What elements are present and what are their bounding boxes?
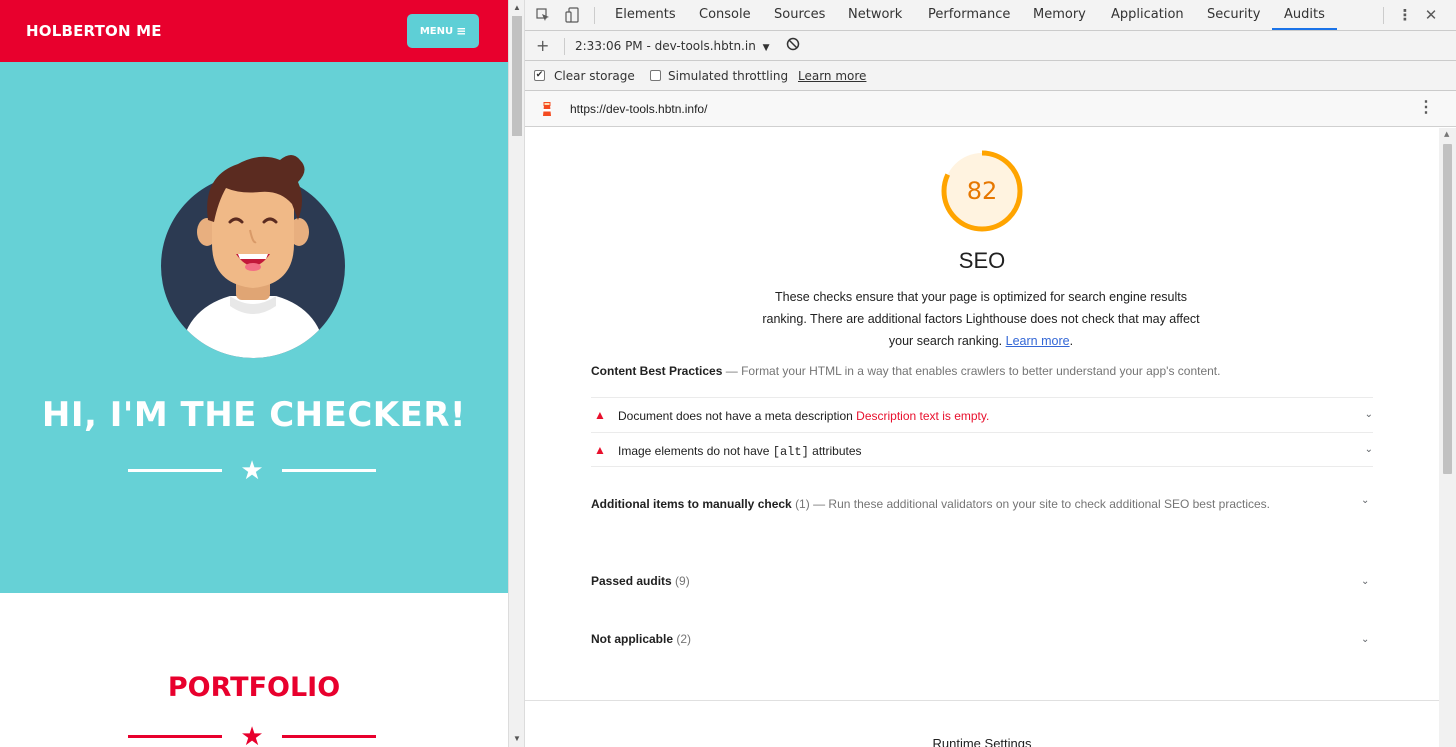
audit-list-divider	[591, 466, 1373, 467]
audit-image-alt[interactable]: ▲ Image elements do not have [alt] attri…	[591, 432, 1373, 467]
not-applicable-count: (2)	[676, 632, 692, 646]
runtime-settings-heading: Runtime Settings	[932, 736, 1032, 747]
devtools-tabbar: Elements Console Sources Network Perform…	[525, 0, 1456, 31]
tab-performance[interactable]: Performance	[928, 7, 1010, 22]
divider-line-right	[282, 468, 376, 472]
dropdown-caret-icon: ▼	[762, 43, 770, 53]
tab-console[interactable]: Console	[699, 7, 751, 22]
tab-application[interactable]: Application	[1111, 7, 1184, 22]
menu-button[interactable]: MENU ≡	[407, 14, 479, 48]
clear-storage-label[interactable]: Clear storage	[554, 69, 635, 83]
learn-more-link[interactable]: Learn more	[798, 69, 866, 83]
menu-label: MENU	[419, 25, 454, 37]
scroll-down-arrow-icon[interactable]: ▼	[513, 734, 521, 743]
audit-error-text: Description text is empty.	[856, 409, 990, 423]
divider-line-right	[282, 734, 376, 738]
chevron-down-icon[interactable]: ⌄	[1361, 576, 1369, 587]
passed-count: (9)	[675, 574, 690, 588]
device-toolbar-icon[interactable]	[563, 6, 581, 24]
manual-title: Additional items to manually check	[591, 497, 792, 511]
clear-storage-checkbox[interactable]: ✔	[534, 70, 545, 81]
manual-description: Run these additional validators on your …	[828, 497, 1271, 511]
star-icon: ★	[240, 455, 264, 485]
active-tab-indicator	[1272, 28, 1337, 30]
group-header-content-best-practices: Content Best Practices — Format your HTM…	[591, 364, 1221, 378]
toolbar-separator	[564, 38, 565, 55]
category-title: SEO	[958, 248, 1006, 273]
hamburger-icon: ≡	[456, 24, 467, 38]
audits-toolbar: + 2:33:06 PM - dev-tools.hbtn.in ▼	[525, 31, 1456, 61]
report-select-value: 2:33:06 PM - dev-tools.hbtn.in	[575, 39, 756, 53]
audit-title: Image elements do not have [alt] attribu…	[618, 444, 862, 459]
hero-star-divider: ★	[128, 455, 376, 485]
manual-checks-group[interactable]: Additional items to manually check (1) —…	[591, 493, 1321, 515]
divider-line-left	[128, 734, 222, 738]
toolbar-separator	[594, 7, 595, 24]
simulated-throttling-label[interactable]: Simulated throttling	[668, 69, 788, 83]
report-url: https://dev-tools.hbtn.info/	[570, 102, 708, 116]
tab-sources[interactable]: Sources	[774, 7, 825, 22]
category-description-text: These checks ensure that your page is op…	[762, 290, 1200, 348]
score-value: 82	[966, 177, 998, 205]
page-viewport: HOLBERTON ME MENU ≡ HI, I'M THE CHECKER!…	[0, 0, 508, 747]
new-audit-plus-icon[interactable]: +	[536, 36, 549, 55]
report-menu-icon[interactable]: ⋮	[1418, 97, 1434, 117]
hero-section: HI, I'M THE CHECKER! ★	[0, 62, 508, 593]
audits-options-bar: ✔ Clear storage Simulated throttling Lea…	[525, 61, 1456, 91]
chevron-down-icon[interactable]: ⌄	[1361, 634, 1369, 645]
avatar-illustration	[161, 155, 345, 358]
audit-title-pre: Image elements do not have	[618, 444, 770, 458]
tab-network[interactable]: Network	[848, 7, 902, 22]
chevron-down-icon[interactable]: ⌄	[1361, 495, 1369, 506]
category-learn-more-link[interactable]: Learn more	[1006, 334, 1070, 348]
chevron-down-icon[interactable]: ⌄	[1365, 409, 1373, 420]
tab-memory[interactable]: Memory	[1033, 7, 1086, 22]
passed-title: Passed audits	[591, 574, 672, 588]
lighthouse-report: 82 SEO These checks ensure that your pag…	[525, 128, 1439, 747]
tab-security[interactable]: Security	[1207, 7, 1260, 22]
page-scrollbar-thumb[interactable]	[512, 16, 522, 136]
group-title: Content Best Practices	[591, 364, 723, 378]
more-options-icon[interactable]: ⋮	[1396, 6, 1414, 24]
audit-title: Document does not have a meta descriptio…	[618, 409, 989, 423]
report-scrollbar-thumb[interactable]	[1443, 144, 1452, 474]
audit-title-code: [alt]	[772, 445, 809, 459]
category-description: These checks ensure that your page is op…	[762, 290, 1200, 348]
tab-audits[interactable]: Audits	[1284, 7, 1325, 22]
star-icon: ★	[240, 721, 264, 747]
passed-audits-group[interactable]: Passed audits (9)	[591, 574, 1373, 588]
report-scrollbar[interactable]: ▲	[1439, 128, 1456, 747]
toolbar-separator	[1383, 7, 1384, 24]
simulated-throttling-checkbox[interactable]	[650, 70, 661, 81]
portfolio-heading: PORTFOLIO	[167, 672, 341, 703]
clear-reports-icon[interactable]	[786, 37, 800, 54]
hero-title: HI, I'M THE CHECKER!	[41, 395, 467, 435]
group-description: Format your HTML in a way that enables c…	[741, 364, 1221, 378]
report-footer-divider	[525, 700, 1439, 701]
report-select[interactable]: 2:33:06 PM - dev-tools.hbtn.in ▼	[575, 39, 770, 53]
manual-count: (1)	[795, 497, 810, 511]
close-icon[interactable]: ✕	[1422, 6, 1440, 24]
scroll-up-arrow-icon[interactable]: ▲	[513, 3, 521, 12]
tab-elements[interactable]: Elements	[615, 7, 676, 22]
audit-meta-description[interactable]: ▲ Document does not have a meta descript…	[591, 397, 1373, 432]
not-applicable-group[interactable]: Not applicable (2)	[591, 632, 1373, 646]
site-brand[interactable]: HOLBERTON ME	[26, 22, 162, 40]
not-applicable-title: Not applicable	[591, 632, 674, 646]
fail-triangle-icon: ▲	[594, 443, 606, 457]
audit-title-text: Document does not have a meta descriptio…	[618, 409, 853, 423]
audit-title-post: attributes	[812, 444, 862, 458]
divider-line-left	[128, 468, 222, 472]
page-scrollbar[interactable]: ▲ ▼	[508, 0, 525, 747]
scroll-up-arrow-icon[interactable]: ▲	[1444, 130, 1449, 138]
report-url-bar: https://dev-tools.hbtn.info/ ⋮	[525, 91, 1456, 127]
score-gauge: 82	[939, 148, 1025, 234]
devtools-panel: Elements Console Sources Network Perform…	[525, 0, 1456, 747]
fail-triangle-icon: ▲	[594, 408, 606, 422]
inspect-element-icon[interactable]	[534, 6, 552, 24]
lighthouse-icon	[540, 101, 554, 120]
chevron-down-icon[interactable]: ⌄	[1365, 444, 1373, 455]
site-navbar: HOLBERTON ME MENU ≡	[0, 0, 508, 62]
portfolio-star-divider: ★	[128, 721, 376, 747]
